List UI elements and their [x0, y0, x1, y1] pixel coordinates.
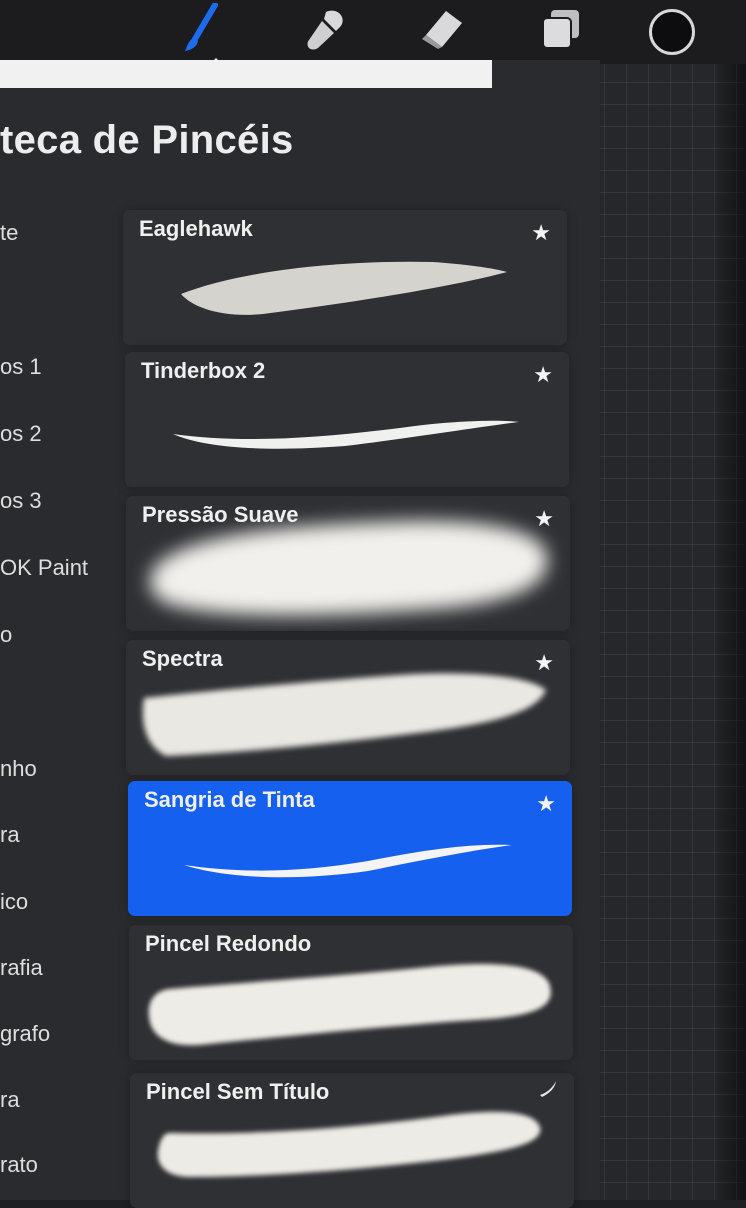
popover-header-bar: [0, 60, 492, 88]
brush-set-item[interactable]: os 3: [0, 488, 42, 514]
brush-set-item[interactable]: te: [0, 220, 18, 246]
brush-card-pressao-suave[interactable]: Pressão Suave ★: [126, 496, 570, 631]
brush-stroke-preview: [148, 964, 551, 1046]
brush-card-pincel-sem-titulo[interactable]: Pincel Sem Título: [130, 1073, 574, 1208]
brush-set-item[interactable]: rato: [0, 1152, 38, 1178]
brush-set-item[interactable]: os 2: [0, 421, 42, 447]
eraser-icon: [422, 11, 462, 49]
brush-set-item[interactable]: ra: [0, 1087, 20, 1113]
screen-edge-shade: [712, 0, 746, 1200]
brush-stroke-preview: [173, 420, 519, 449]
paintbrush-icon: [185, 3, 218, 51]
brush-set-item[interactable]: o: [0, 622, 12, 648]
brush-card-pincel-redondo[interactable]: Pincel Redondo: [129, 925, 573, 1060]
brush-stroke-preview: [181, 261, 507, 315]
brush-stroke-preview: [142, 673, 547, 756]
smudge-tool-button[interactable]: [298, 2, 352, 56]
brush-set-item[interactable]: ico: [0, 889, 28, 915]
brush-set-item[interactable]: grafo: [0, 1021, 50, 1047]
brush-card-spectra[interactable]: Spectra ★: [126, 640, 570, 775]
brush-stroke-preview: [184, 844, 512, 878]
brush-set-item[interactable]: ra: [0, 822, 20, 848]
brush-card-sangria-de-tinta[interactable]: Sangria de Tinta ★: [128, 781, 572, 916]
layers-tool-button[interactable]: [533, 2, 587, 56]
popover-arrow: [196, 58, 236, 78]
paintbrush-tool-button[interactable]: [174, 2, 228, 56]
brush-library-title: teca de Pincéis: [0, 118, 294, 162]
brush-set-item[interactable]: rafia: [0, 955, 43, 981]
brush-set-item[interactable]: nho: [0, 756, 37, 782]
eraser-tool-button[interactable]: [415, 2, 469, 56]
brush-stroke-preview: [150, 521, 548, 616]
brush-set-item[interactable]: OK Paint: [0, 555, 88, 581]
brush-stroke-preview: [157, 1111, 541, 1177]
layers-icon: [542, 10, 579, 49]
brush-set-item[interactable]: os 1: [0, 354, 42, 380]
top-toolbar: [0, 0, 746, 64]
brush-card-tinderbox-2[interactable]: Tinderbox 2 ★: [125, 352, 569, 487]
smudge-icon: [307, 10, 343, 50]
color-swatch-button[interactable]: [649, 9, 695, 55]
brush-card-eaglehawk[interactable]: Eaglehawk ★: [123, 210, 567, 345]
